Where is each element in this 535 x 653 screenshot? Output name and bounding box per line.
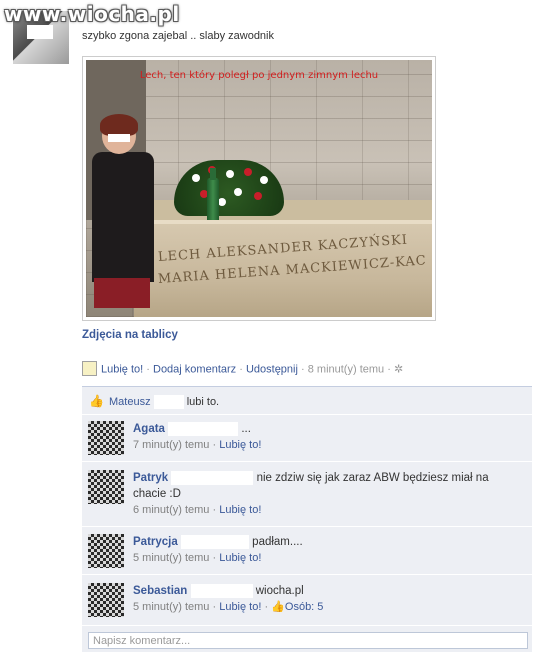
watermark-logo: www.wiocha.pl bbox=[4, 2, 180, 26]
redacted-surname bbox=[153, 395, 184, 409]
commenter-name[interactable]: Sebastian bbox=[133, 585, 187, 597]
person-figure bbox=[90, 114, 156, 308]
post-photo[interactable]: Lech, ten który poległ po jednym zimnym … bbox=[82, 56, 436, 321]
photo-scene: Lech, ten który poległ po jednym zimnym … bbox=[86, 60, 432, 317]
redacted-surname bbox=[171, 470, 254, 485]
comment-text: wiocha.pl bbox=[255, 585, 304, 597]
commenter-name[interactable]: Agata bbox=[133, 423, 165, 435]
thumbs-up-icon: 👍 bbox=[89, 394, 104, 408]
comment-item: Sebastian wiocha.pl 5 minut(y) temu · Lu… bbox=[82, 575, 532, 626]
commenter-avatar[interactable] bbox=[88, 421, 124, 455]
likes-summary: 👍 Mateusz lubi to. bbox=[82, 386, 532, 415]
redacted-surname bbox=[190, 583, 253, 598]
comment-time[interactable]: 5 minut(y) temu bbox=[133, 552, 209, 564]
likes-suffix: lubi to. bbox=[186, 395, 220, 408]
commenter-avatar[interactable] bbox=[88, 534, 124, 568]
comment-time[interactable]: 6 minut(y) temu bbox=[133, 504, 209, 516]
commenter-name[interactable]: Patrycja bbox=[133, 536, 178, 548]
comment-text-cont: chacie :D bbox=[133, 488, 181, 500]
like-count[interactable]: Osób: 5 bbox=[285, 601, 324, 613]
comment-like-link[interactable]: Lubię to! bbox=[219, 601, 261, 613]
photo-caption: Lech, ten który poległ po jednym zimnym … bbox=[139, 70, 379, 81]
censor-bar bbox=[108, 134, 130, 142]
post-text: szybko zgona zajebal .. slaby zawodnik bbox=[82, 30, 274, 42]
flower-wreath bbox=[174, 160, 284, 216]
redacted-surname bbox=[168, 421, 239, 436]
comment-time[interactable]: 5 minut(y) temu bbox=[133, 601, 209, 613]
comment-input-row: Napisz komentarz... bbox=[82, 626, 532, 653]
thumbs-up-icon: 👍 bbox=[271, 601, 285, 613]
post-actions: Lubię to! · Dodaj komentarz · Udostępnij… bbox=[82, 361, 403, 377]
like-link[interactable]: Lubię to! bbox=[101, 363, 143, 375]
add-comment-link[interactable]: Dodaj komentarz bbox=[153, 363, 236, 375]
post-timestamp[interactable]: 8 minut(y) temu bbox=[308, 363, 384, 375]
separator-dot: · bbox=[146, 363, 150, 376]
commenter-avatar[interactable] bbox=[88, 470, 124, 504]
comment-text: ... bbox=[241, 423, 251, 435]
share-link[interactable]: Udostępnij bbox=[246, 363, 298, 375]
comment-like-link[interactable]: Lubię to! bbox=[219, 504, 261, 516]
commenter-avatar[interactable] bbox=[88, 583, 124, 617]
comment-text: nie zdziw się jak zaraz ABW będziesz mia… bbox=[256, 472, 489, 484]
comment-like-link[interactable]: Lubię to! bbox=[219, 552, 261, 564]
comment-time[interactable]: 7 minut(y) temu bbox=[133, 439, 209, 451]
comment-input[interactable]: Napisz komentarz... bbox=[88, 632, 528, 649]
commenter-name[interactable]: Patryk bbox=[133, 472, 168, 484]
like-box-icon bbox=[82, 361, 97, 376]
comment-item: Patryk nie zdziw się jak zaraz ABW będzi… bbox=[82, 462, 532, 527]
liker-name[interactable]: Mateusz bbox=[109, 396, 151, 408]
comment-item: Agata ... 7 minut(y) temu · Lubię to! bbox=[82, 415, 532, 462]
album-link[interactable]: Zdjęcia na tablicy bbox=[82, 329, 178, 341]
redacted-surname bbox=[180, 534, 249, 549]
censor-bar bbox=[27, 25, 53, 39]
feedback-panel: 👍 Mateusz lubi to. Agata ... 7 minut(y) … bbox=[82, 386, 532, 653]
comment-text: padłam.... bbox=[252, 536, 303, 548]
beer-bottle bbox=[207, 168, 219, 222]
gear-icon[interactable]: ✲ bbox=[394, 363, 403, 375]
comment-placeholder: Napisz komentarz... bbox=[93, 635, 191, 647]
comment-like-link[interactable]: Lubię to! bbox=[219, 439, 261, 451]
comment-item: Patrycja padłam.... 5 minut(y) temu · Lu… bbox=[82, 527, 532, 575]
